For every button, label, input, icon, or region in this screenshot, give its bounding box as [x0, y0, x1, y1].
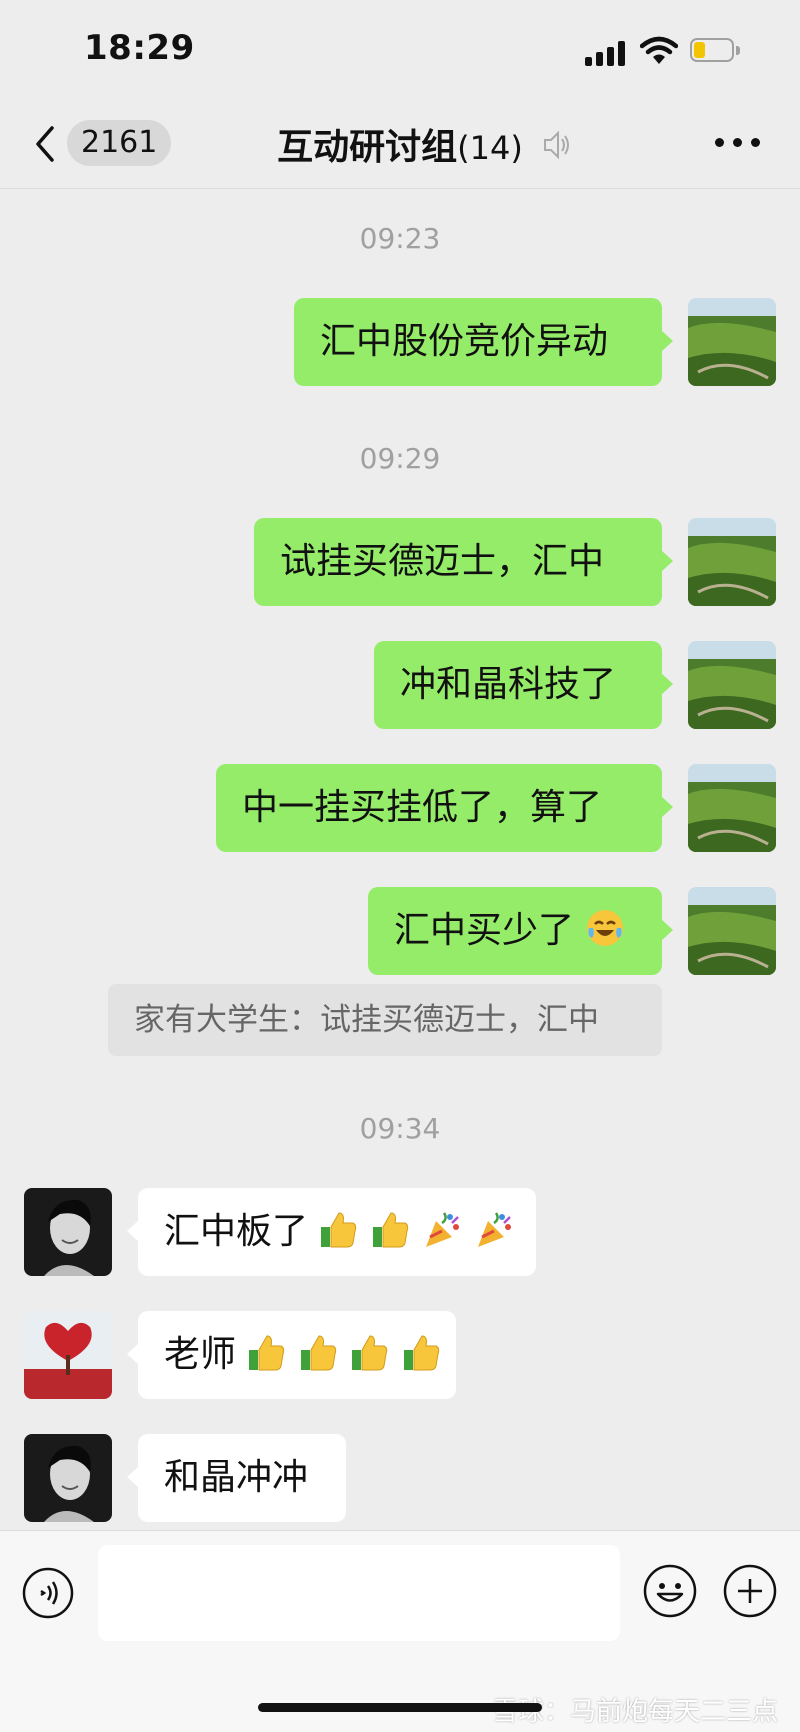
message-bubble-incoming[interactable]: 老师	[127, 1311, 456, 1399]
thumbs-up-emoji-icon	[249, 1335, 285, 1371]
member-avatar[interactable]	[24, 1188, 112, 1276]
add-circle-icon[interactable]	[722, 1563, 778, 1619]
message-bubble-outgoing[interactable]: 汇中股份竞价异动	[294, 298, 673, 386]
thumbs-up-emoji-icon	[372, 1212, 409, 1248]
message-bubble-incoming[interactable]: 和晶冲冲	[127, 1434, 346, 1522]
message-text: 汇中板了	[164, 1211, 309, 1252]
chat-title[interactable]: 互动研讨组(14)	[250, 118, 550, 170]
message-text: 汇中买少了	[394, 910, 575, 951]
chat-header: 2161 互动研讨组(14)	[0, 100, 800, 189]
message-bubble-outgoing[interactable]: 冲和晶科技了	[374, 641, 673, 729]
laughing-crying-emoji-icon	[587, 910, 624, 946]
self-avatar[interactable]	[688, 764, 776, 852]
thumbs-up-emoji-icon	[300, 1335, 337, 1371]
member-avatar[interactable]	[24, 1434, 112, 1522]
party-popper-emoji-icon	[426, 1212, 460, 1247]
self-avatar[interactable]	[688, 887, 776, 975]
message-bubble-outgoing[interactable]: 试挂买德迈士，汇中	[254, 518, 673, 606]
battery-icon	[690, 38, 742, 64]
party-popper-emoji-icon	[477, 1212, 511, 1247]
message-bubble-outgoing[interactable]: 汇中买少了	[368, 887, 673, 975]
self-avatar[interactable]	[688, 518, 776, 606]
thumbs-up-emoji-icon	[321, 1212, 357, 1248]
member-count: (14)	[457, 129, 523, 167]
home-indicator	[258, 1703, 542, 1712]
more-dots-icon[interactable]	[715, 136, 761, 150]
input-bar: 雪球：马前炮每天二三点	[0, 1530, 800, 1732]
message-input[interactable]	[98, 1545, 620, 1641]
message-timestamp: 09:23	[359, 222, 441, 255]
thumbs-up-emoji-icon	[352, 1335, 388, 1371]
self-avatar[interactable]	[688, 298, 776, 386]
message-timestamp: 09:34	[359, 1112, 441, 1145]
voice-input-icon[interactable]	[22, 1567, 74, 1619]
self-avatar[interactable]	[688, 641, 776, 729]
group-name: 互动研讨组	[277, 127, 458, 168]
thumbs-up-emoji-icon	[403, 1335, 439, 1371]
mute-icon	[544, 130, 569, 160]
emoji-smiley-icon[interactable]	[642, 1563, 698, 1619]
status-bar: 18:29	[0, 0, 800, 100]
status-time: 18:29	[84, 28, 195, 68]
message-bubble-outgoing[interactable]: 中一挂买挂低了，算了	[216, 764, 673, 852]
cellular-signal-icon	[585, 40, 627, 66]
message-bubble-incoming[interactable]: 汇中板了	[127, 1188, 536, 1276]
message-timestamp: 09:29	[359, 442, 441, 475]
unread-count-badge[interactable]: 2161	[67, 120, 172, 166]
wifi-icon	[640, 36, 678, 64]
message-text: 老师	[164, 1334, 237, 1375]
quoted-message[interactable]: 家有大学生：试挂买德迈士，汇中	[108, 984, 662, 1056]
member-avatar[interactable]	[24, 1311, 112, 1399]
chevron-left-icon[interactable]	[30, 122, 60, 166]
